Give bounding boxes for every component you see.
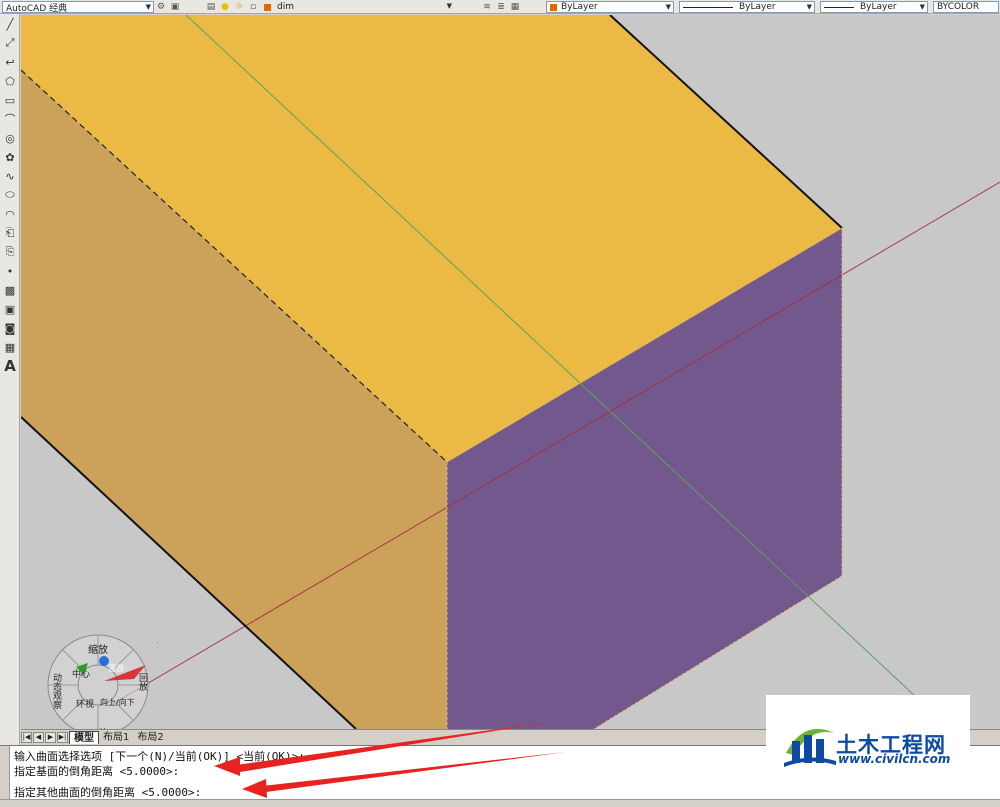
- red-arrow-icon: [242, 779, 267, 798]
- annotation-arrows: [214, 722, 566, 798]
- red-arrow-icon: [236, 722, 550, 772]
- watermark-url: www.civilcn.com: [838, 752, 951, 766]
- red-arrow-icon: [214, 757, 240, 776]
- civilcn-logo-icon: [784, 728, 836, 767]
- watermark-logo: 土木工程网 www.civilcn.com: [766, 695, 970, 786]
